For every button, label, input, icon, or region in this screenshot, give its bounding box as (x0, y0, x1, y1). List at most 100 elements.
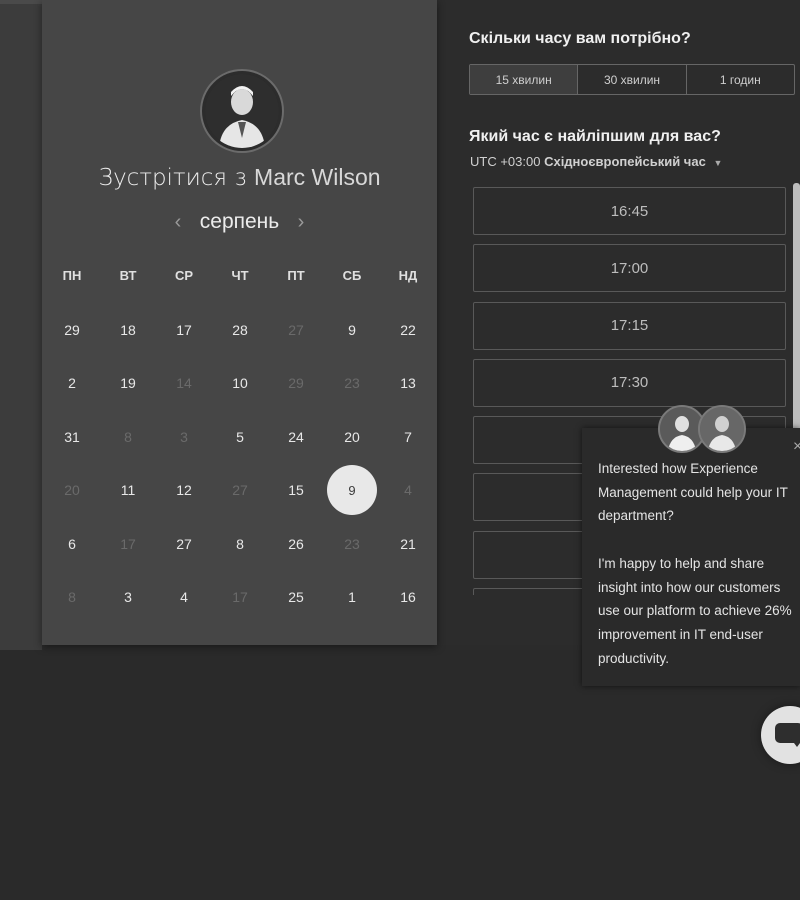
calendar-day: 3 (156, 410, 212, 464)
calendar-day-number: 5 (236, 428, 244, 445)
calendar-day[interactable]: 2 (44, 357, 100, 411)
calendar-day-number: 8 (124, 428, 132, 445)
calendar-day[interactable]: 6 (44, 517, 100, 571)
person-icon (700, 407, 744, 451)
chat-message-paragraph: I'm happy to help and share insight into… (598, 555, 792, 666)
duration-option-button[interactable]: 15 хвилин (470, 65, 578, 94)
calendar-week-row: 31 8 3 5 24 20 7 (44, 410, 436, 464)
calendar-day[interactable]: 9 (324, 303, 380, 357)
calendar-day[interactable]: 1 (324, 571, 380, 625)
duration-selector: 15 хвилин 30 хвилин 1 годин (469, 64, 795, 95)
chevron-down-icon: ▼ (713, 158, 723, 168)
calendar-day-number: 29 (64, 321, 80, 338)
timezone-dropdown[interactable]: UTC +03:00 Східноєвропейський час ▼ (470, 154, 722, 169)
calendar-day-number: 23 (344, 375, 360, 392)
calendar-day[interactable]: 27 (156, 517, 212, 571)
calendar-day-number: 17 (232, 589, 248, 606)
duration-option-button[interactable]: 30 хвилин (577, 65, 685, 94)
calendar-day: 8 (44, 571, 100, 625)
calendar-day[interactable]: 10 (212, 357, 268, 411)
weekday-label: ПН (62, 268, 82, 283)
duration-heading: Скільки часу вам потрібно? (469, 30, 691, 47)
close-icon[interactable]: × (793, 438, 800, 456)
calendar-day-number: 2 (68, 375, 76, 392)
calendar-day-number: 4 (180, 589, 188, 606)
time-slot-button[interactable]: 16:45 (473, 187, 786, 235)
calendar-week-row: 29 18 17 28 27 9 22 (44, 303, 436, 357)
calendar-day[interactable]: 31 (44, 410, 100, 464)
duration-option-button[interactable]: 1 годин (685, 65, 794, 94)
calendar-day: 29 (268, 357, 324, 411)
calendar-day[interactable]: 28 (212, 303, 268, 357)
calendar-day-number: 17 (120, 535, 136, 552)
calendar-day-number: 11 (120, 482, 136, 499)
calendar-day[interactable]: 26 (268, 517, 324, 571)
calendar-day[interactable]: 11 (100, 464, 156, 518)
calendar-day[interactable]: 5 (212, 410, 268, 464)
chat-bubble-icon-tail (791, 739, 800, 747)
calendar-day: 23 (324, 357, 380, 411)
calendar-day[interactable]: 24 (268, 410, 324, 464)
calendar-day-number: 27 (232, 482, 248, 499)
calendar-day[interactable]: 15 (268, 464, 324, 518)
weekday-label: НД (398, 268, 418, 283)
chevron-left-icon[interactable]: ‹ (161, 211, 196, 234)
calendar-day[interactable]: 13 (380, 357, 436, 411)
calendar-week-row: 6 17 27 8 26 23 21 (44, 517, 436, 571)
calendar-day-number: 19 (120, 375, 136, 392)
host-avatar (202, 71, 282, 151)
time-slot-scrollbar[interactable] (793, 183, 800, 453)
time-slot-button[interactable]: 17:30 (473, 358, 786, 407)
calendar-day[interactable]: 29 (44, 303, 100, 357)
calendar-day-selected[interactable]: 9 (324, 464, 380, 518)
calendar-day-number: 12 (176, 482, 192, 499)
calendar-day[interactable]: 20 (324, 410, 380, 464)
calendar-day[interactable]: 19 (100, 357, 156, 411)
weekday-header: ПН ВТ СР ЧТ ПТ СБ НД (44, 268, 436, 283)
timezone-name: Східноєвропейський час (544, 154, 706, 169)
calendar-day[interactable]: 8 (212, 517, 268, 571)
chevron-right-icon[interactable]: › (284, 211, 319, 234)
calendar-card: Зустрітися з Marc Wilson ‹ серпень › ПН В… (42, 0, 437, 645)
calendar-week-row: 8 3 4 17 25 1 16 (44, 571, 436, 625)
calendar-day-number: 23 (344, 535, 360, 552)
weekday-label: ВТ (119, 268, 137, 283)
calendar-day-number: 4 (404, 482, 412, 499)
calendar-day-number: 6 (68, 535, 76, 552)
calendar-day[interactable]: 16 (380, 571, 436, 625)
calendar-day-number: 7 (404, 428, 412, 445)
calendar-day[interactable]: 12 (156, 464, 212, 518)
weekday-label: ПТ (287, 268, 305, 283)
calendar-day-number: 28 (232, 321, 248, 338)
weekday-label: СР (174, 268, 194, 283)
calendar-day-number: 24 (288, 428, 304, 445)
calendar-day-number: 29 (288, 375, 304, 392)
page-background-left (0, 0, 42, 650)
top-strip (0, 0, 42, 4)
calendar-day[interactable]: 18 (100, 303, 156, 357)
calendar-day-number: 17 (176, 321, 192, 338)
calendar-day[interactable]: 21 (380, 517, 436, 571)
agent-avatar (698, 405, 746, 453)
calendar-day[interactable]: 22 (380, 303, 436, 357)
calendar-day-number: 22 (400, 321, 416, 338)
calendar-day-number: 20 (344, 428, 360, 445)
calendar-day[interactable]: 4 (156, 571, 212, 625)
time-slot-button[interactable]: 17:00 (473, 244, 786, 293)
calendar-day-number: 15 (288, 482, 304, 499)
calendar-day[interactable]: 17 (156, 303, 212, 357)
time-slot-button[interactable]: 17:15 (473, 301, 786, 350)
calendar-day[interactable]: 7 (380, 410, 436, 464)
calendar-day: 27 (212, 464, 268, 518)
calendar-day-number: 1 (348, 589, 356, 606)
meeting-title-prefix: Зустрітися з (98, 165, 247, 191)
calendar-day-number: 9 (348, 482, 356, 498)
calendar-day[interactable]: 25 (268, 571, 324, 625)
calendar-day[interactable]: 3 (100, 571, 156, 625)
host-name: Marc Wilson (254, 164, 381, 190)
calendar-day-number: 13 (400, 375, 416, 392)
weekday-label: СБ (342, 268, 362, 283)
calendar-day-number: 31 (64, 428, 80, 445)
calendar-grid: 29 18 17 28 27 9 22 2 19 14 10 29 23 13 31 8 3 5 24 20 7 20 11… (44, 303, 436, 624)
calendar-day-number: 3 (180, 428, 188, 445)
